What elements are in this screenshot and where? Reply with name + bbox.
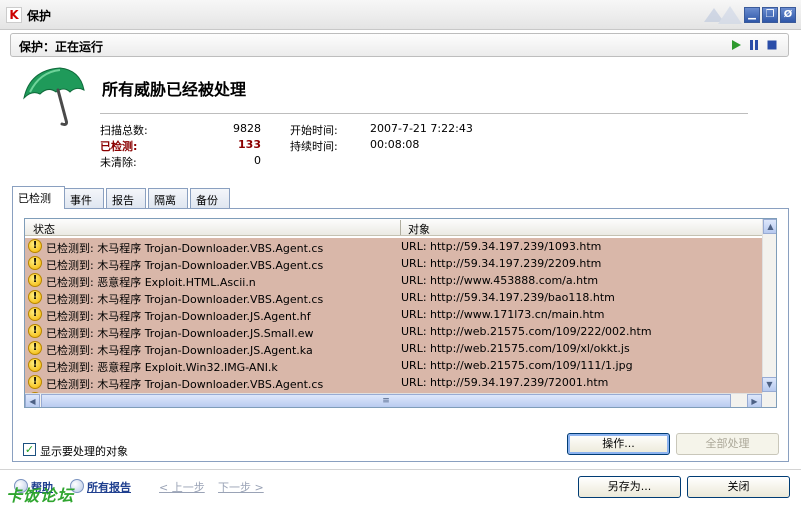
table-row[interactable]: ! 已检测到: 木马程序 Trojan-Downloader.JS.Agent.h… (25, 306, 762, 323)
warning-icon: ! (28, 239, 42, 253)
stat-value-not-cleaned: 0 (254, 154, 261, 167)
cell-object: URL: http://59.34.197.239/2209.htm (401, 257, 602, 270)
table-body: ! 已检测到: 木马程序 Trojan-Downloader.VBS.Agent.… (25, 238, 762, 407)
cell-status: 已检测到: 木马程序 Trojan-Downloader.VBS.Agent.c… (46, 293, 324, 306)
summary-headline: 所有威胁已经被处理 (102, 80, 247, 99)
kaspersky-logo-icon: K (6, 7, 22, 23)
all-reports-link[interactable]: 所有报告 (87, 479, 131, 495)
vertical-scrollbar[interactable]: ▲ ≡ (762, 219, 776, 393)
warning-icon: ! (28, 273, 42, 287)
cell-status: 已检测到: 恶意程序 Exploit.Win32.IMG-ANI.k (46, 361, 278, 374)
stat-value-scanned: 9828 (233, 122, 261, 135)
window-title: 保护 (27, 9, 52, 23)
stat-label-detected: 已检测: (100, 140, 138, 153)
cell-status: 已检测到: 木马程序 Trojan-Downloader.VBS.Agent.c… (46, 242, 324, 255)
play-icon[interactable] (730, 39, 742, 51)
action-button[interactable]: 操作... (567, 433, 670, 455)
warning-icon: ! (28, 290, 42, 304)
next-step-link[interactable]: 下一步 > (218, 479, 264, 495)
umbrella-icon (23, 67, 85, 126)
stat-label-not-cleaned: 未清除: (100, 156, 137, 169)
tab-events[interactable]: 事件 (64, 188, 104, 208)
prev-step-link[interactable]: < 上一步 (159, 479, 205, 495)
column-header-object[interactable]: 对象 (408, 221, 430, 237)
table-row[interactable]: ! 已检测到: 木马程序 Trojan-Downloader.JS.Agent.k… (25, 340, 762, 357)
cell-status: 已检测到: 木马程序 Trojan-Downloader.VBS.Agent.c… (46, 259, 324, 272)
table-row[interactable]: ! 已检测到: 木马程序 Trojan-Downloader.JS.Small.e… (25, 323, 762, 340)
save-as-button[interactable]: 另存为... (578, 476, 681, 498)
scroll-left-arrow-icon[interactable]: ◀ (25, 394, 40, 407)
horizontal-scroll-thumb[interactable]: ≡ (41, 394, 731, 407)
column-header-status[interactable]: 状态 (33, 221, 55, 237)
tab-detected[interactable]: 已检测 (12, 186, 65, 209)
scroll-corner: ▼ (762, 377, 776, 407)
stat-label-scanned: 扫描总数: (100, 124, 148, 137)
cell-status: 已检测到: 木马程序 Trojan-Downloader.VBS.Agent.c… (46, 378, 324, 391)
forum-watermark: 卡饭论坛 (6, 486, 75, 505)
start-time-value: 2007-7-21 7:22:43 (370, 122, 473, 135)
show-pending-label[interactable]: 显示要处理的对象 (40, 443, 128, 459)
warning-icon: ! (28, 256, 42, 270)
tab-backup[interactable]: 备份 (190, 188, 230, 208)
table-row[interactable]: ! 已检测到: 恶意程序 Exploit.Win32.IMG-ANI.k URL: … (25, 357, 762, 374)
warning-icon: ! (28, 324, 42, 338)
window-titlebar: K 保护 ▁ ❐ Ø (0, 0, 801, 30)
scroll-up-arrow-icon[interactable]: ▲ (763, 219, 776, 234)
cell-object: URL: http://59.34.197.239/1093.htm (401, 240, 602, 253)
tab-reports[interactable]: 报告 (106, 188, 146, 208)
warning-icon: ! (28, 358, 42, 372)
summary-divider (100, 113, 748, 114)
table-row[interactable]: ! 已检测到: 木马程序 Trojan-Downloader.VBS.Agent.… (25, 289, 762, 306)
warning-icon: ! (28, 375, 42, 389)
pause-icon[interactable] (748, 39, 760, 51)
cell-status: 已检测到: 木马程序 Trojan-Downloader.JS.Agent.hf (46, 310, 311, 323)
close-button[interactable]: 关闭 (687, 476, 790, 498)
duration-value: 00:08:08 (370, 138, 420, 151)
cell-object: URL: http://web.21575.com/109/xl/okkt.js (401, 342, 630, 355)
cell-object: URL: http://59.34.197.239/bao118.htm (401, 291, 615, 304)
scroll-right-arrow-icon[interactable]: ▶ (747, 394, 762, 407)
close-window-button[interactable]: Ø (780, 7, 796, 23)
table-row[interactable]: ! 已检测到: 木马程序 Trojan-Downloader.VBS.Agent.… (25, 238, 762, 255)
minimize-button[interactable]: ▁ (744, 7, 760, 23)
cell-object: URL: http://web.21575.com/109/222/002.ht… (401, 325, 652, 338)
warning-icon: ! (28, 341, 42, 355)
process-all-button[interactable]: 全部处理 (676, 433, 779, 455)
protection-status-text: 保护：正在运行 (19, 40, 104, 54)
stat-value-detected: 133 (238, 138, 261, 151)
duration-label: 持续时间: (290, 140, 338, 153)
footer-divider (0, 469, 801, 470)
stop-icon[interactable] (766, 39, 778, 51)
protection-status-panel: 保护：正在运行 (10, 33, 789, 57)
table-row[interactable]: ! 已检测到: 木马程序 Trojan-Downloader.VBS.Agent.… (25, 374, 762, 391)
start-time-label: 开始时间: (290, 124, 338, 137)
warning-icon: ! (28, 307, 42, 321)
detections-table: 状态 对象 ! 已检测到: 木马程序 Trojan-Downloader.VBS.… (24, 218, 777, 408)
scroll-down-arrow-icon[interactable]: ▼ (762, 377, 776, 392)
cell-object: URL: http://www.453888.com/a.htm (401, 274, 599, 287)
cell-object: URL: http://www.171l73.cn/main.htm (401, 308, 605, 321)
cell-status: 已检测到: 恶意程序 Exploit.HTML.Ascii.n (46, 276, 256, 289)
decorative-pattern-icon (704, 6, 742, 24)
column-divider[interactable] (400, 220, 401, 235)
tab-quarantine[interactable]: 隔离 (148, 188, 188, 208)
cell-status: 已检测到: 木马程序 Trojan-Downloader.JS.Small.ew (46, 327, 314, 340)
cell-object: URL: http://59.34.197.239/72001.htm (401, 376, 609, 389)
cell-status: 已检测到: 木马程序 Trojan-Downloader.JS.Agent.ka (46, 344, 313, 357)
cell-object: URL: http://web.21575.com/109/111/1.jpg (401, 359, 633, 372)
table-header: 状态 对象 (25, 219, 762, 236)
show-pending-checkbox[interactable]: ✓ (23, 443, 36, 456)
horizontal-scrollbar[interactable]: ◀ ≡ ▶ (25, 393, 762, 407)
restore-button[interactable]: ❐ (762, 7, 778, 23)
table-row[interactable]: ! 已检测到: 恶意程序 Exploit.HTML.Ascii.n URL: htt… (25, 272, 762, 289)
table-row[interactable]: ! 已检测到: 木马程序 Trojan-Downloader.VBS.Agent.… (25, 255, 762, 272)
